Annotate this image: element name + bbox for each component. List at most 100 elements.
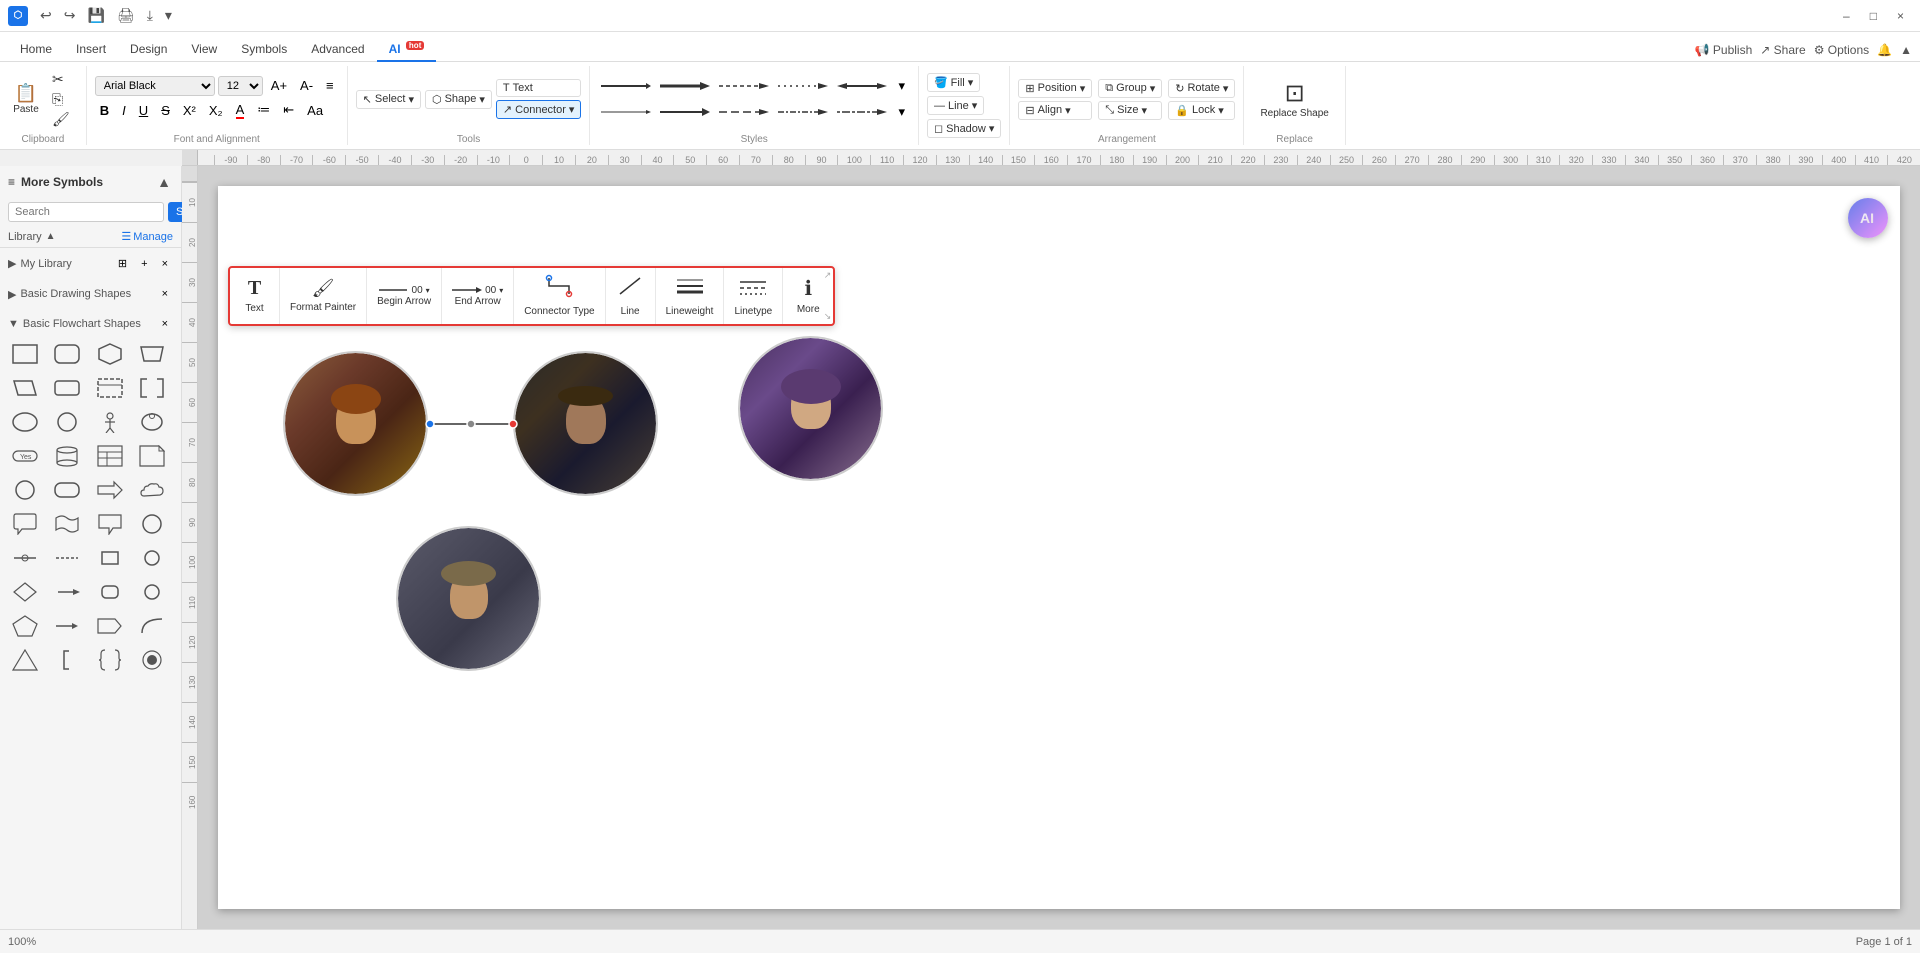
share-button[interactable]: ↗ Share bbox=[1760, 43, 1805, 57]
panel-collapse-button[interactable]: ▲ bbox=[155, 172, 173, 192]
handle-mid[interactable] bbox=[467, 420, 475, 428]
tab-ai[interactable]: AI hot bbox=[377, 37, 437, 62]
tab-view[interactable]: View bbox=[179, 38, 229, 62]
shape-person[interactable] bbox=[93, 407, 127, 437]
resize-handle-br-icon[interactable]: ↘ bbox=[824, 311, 832, 322]
text-color-button[interactable]: A bbox=[231, 100, 250, 121]
collapse-ribbon-button[interactable]: ▲ bbox=[1900, 43, 1912, 57]
canvas-paper[interactable]: ↗ ↘ T Text 🖌 Format Painter bbox=[218, 186, 1900, 909]
panel-header[interactable]: ≡ More Symbols ▲ bbox=[0, 166, 181, 198]
arrow-style-4[interactable] bbox=[775, 77, 831, 95]
shape-trapezoid[interactable] bbox=[135, 339, 169, 369]
italic-button[interactable]: I bbox=[117, 101, 131, 120]
shape-speech[interactable] bbox=[8, 509, 42, 539]
more-options-button[interactable]: ▾ bbox=[161, 5, 176, 26]
maximize-button[interactable]: □ bbox=[1862, 7, 1885, 25]
circle-young-woman[interactable] bbox=[396, 526, 541, 671]
undo-button[interactable]: ↩ bbox=[36, 5, 56, 26]
cut-button[interactable]: ✂ bbox=[46, 70, 78, 88]
subscript-button[interactable]: X₂ bbox=[204, 101, 228, 120]
shape-circle-small[interactable] bbox=[135, 543, 169, 573]
connector-format-painter-button[interactable]: 🖌 Format Painter bbox=[280, 268, 367, 324]
arrow-style-2[interactable] bbox=[657, 77, 713, 95]
shape-hexagon[interactable] bbox=[93, 339, 127, 369]
connector-end-arrow-button[interactable]: 00 ▾ End Arrow bbox=[442, 268, 514, 324]
paste-button[interactable]: 📋 Paste bbox=[8, 81, 44, 118]
search-input[interactable] bbox=[8, 202, 164, 222]
line-dropdown[interactable]: — Line ▾ bbox=[927, 96, 984, 115]
shape-rounded-small[interactable] bbox=[93, 577, 127, 607]
shape-callout[interactable] bbox=[93, 509, 127, 539]
align-button[interactable]: ≡ bbox=[321, 76, 339, 95]
canvas-area[interactable]: ↗ ↘ T Text 🖌 Format Painter bbox=[198, 166, 1920, 929]
connector-text-button[interactable]: T Text bbox=[230, 268, 280, 324]
shape-dropdown[interactable]: ⬡ Shape ▾ bbox=[425, 90, 492, 109]
indent-button[interactable]: ⇤ bbox=[278, 100, 299, 120]
shape-table[interactable] bbox=[93, 441, 127, 471]
lock-dropdown[interactable]: 🔒 Lock ▾ bbox=[1168, 101, 1235, 120]
underline-button[interactable]: U bbox=[134, 101, 153, 120]
copy-button[interactable]: ⎘ bbox=[46, 90, 78, 108]
tab-symbols[interactable]: Symbols bbox=[229, 38, 299, 62]
shape-left-bracket[interactable] bbox=[50, 645, 84, 675]
decrease-font-button[interactable]: A- bbox=[295, 76, 318, 95]
tab-home[interactable]: Home bbox=[8, 38, 64, 62]
print-button[interactable]: 🖨 bbox=[113, 5, 139, 26]
shape-arc[interactable] bbox=[135, 611, 169, 641]
arrow-style-8[interactable] bbox=[716, 103, 772, 121]
redo-button[interactable]: ↪ bbox=[60, 5, 80, 26]
minimize-button[interactable]: – bbox=[1835, 7, 1858, 25]
arrow-style-5[interactable] bbox=[834, 77, 890, 95]
shape-blob[interactable] bbox=[135, 407, 169, 437]
arrow-style-3[interactable] bbox=[716, 77, 772, 95]
my-library-header[interactable]: ▶ My Library ⊞ + × bbox=[8, 252, 173, 275]
fill-dropdown[interactable]: 🪣 Fill ▾ bbox=[927, 73, 980, 92]
shape-wave[interactable] bbox=[50, 509, 84, 539]
save-button[interactable]: 💾 bbox=[83, 5, 108, 26]
connector-lineweight-button[interactable]: Lineweight bbox=[656, 268, 725, 324]
circle-warrior-woman[interactable] bbox=[283, 351, 428, 496]
tab-design[interactable]: Design bbox=[118, 38, 179, 62]
connector-linetype-button[interactable]: Linetype bbox=[724, 268, 783, 324]
shape-line-connector[interactable] bbox=[50, 543, 84, 573]
shape-circle3[interactable] bbox=[135, 577, 169, 607]
manage-button[interactable]: ☰ Manage bbox=[121, 230, 173, 243]
shape-triangle[interactable] bbox=[8, 645, 42, 675]
shape-rounded-rect2[interactable] bbox=[50, 373, 84, 403]
shape-arrow-connector[interactable] bbox=[50, 611, 84, 641]
arrow-style-1[interactable] bbox=[598, 77, 654, 95]
shape-bracket[interactable] bbox=[135, 373, 169, 403]
connector-dropdown[interactable]: ↗ Connector ▾ bbox=[496, 100, 582, 119]
my-library-close-button[interactable]: × bbox=[157, 255, 173, 272]
close-button[interactable]: × bbox=[1889, 7, 1912, 25]
font-size-select[interactable]: 12 bbox=[218, 76, 263, 96]
shape-rounded-rect3[interactable] bbox=[50, 475, 84, 505]
position-dropdown[interactable]: ⊞ Position ▾ bbox=[1018, 79, 1092, 98]
rotate-dropdown[interactable]: ↻ Rotate ▾ bbox=[1168, 79, 1235, 98]
shape-arrow-right[interactable] bbox=[93, 475, 127, 505]
align-dropdown[interactable]: ⊟ Align ▾ bbox=[1018, 101, 1092, 120]
shape-pentagon[interactable] bbox=[8, 611, 42, 641]
shape-rect-small[interactable] bbox=[93, 543, 127, 573]
shape-yes-label[interactable]: Yes bbox=[8, 441, 42, 471]
styles-more2-button[interactable]: ▾ bbox=[893, 102, 910, 122]
tab-insert[interactable]: Insert bbox=[64, 38, 118, 62]
arrow-style-6[interactable] bbox=[598, 103, 654, 121]
shape-cylinder[interactable] bbox=[50, 441, 84, 471]
shape-circle2[interactable] bbox=[8, 475, 42, 505]
connector-line-button[interactable]: Line bbox=[606, 268, 656, 324]
shape-stop[interactable] bbox=[135, 509, 169, 539]
shape-curly-brace[interactable] bbox=[93, 645, 127, 675]
tab-advanced[interactable]: Advanced bbox=[299, 38, 376, 62]
export-button[interactable]: ⤓ bbox=[143, 5, 157, 26]
shape-diamond-small[interactable] bbox=[8, 577, 42, 607]
shape-end[interactable] bbox=[135, 645, 169, 675]
format-painter-top-button[interactable]: 🖌 bbox=[46, 110, 78, 128]
notification-button[interactable]: 🔔 bbox=[1877, 43, 1892, 57]
shape-line-arrow[interactable] bbox=[50, 577, 84, 607]
shape-connector-line[interactable] bbox=[8, 543, 42, 573]
shape-rounded-rect[interactable] bbox=[50, 339, 84, 369]
replace-shape-button[interactable]: ⊡ Replace Shape bbox=[1252, 75, 1336, 123]
font-name-select[interactable]: Arial Black bbox=[95, 76, 215, 96]
shape-parallelogram[interactable] bbox=[8, 373, 42, 403]
